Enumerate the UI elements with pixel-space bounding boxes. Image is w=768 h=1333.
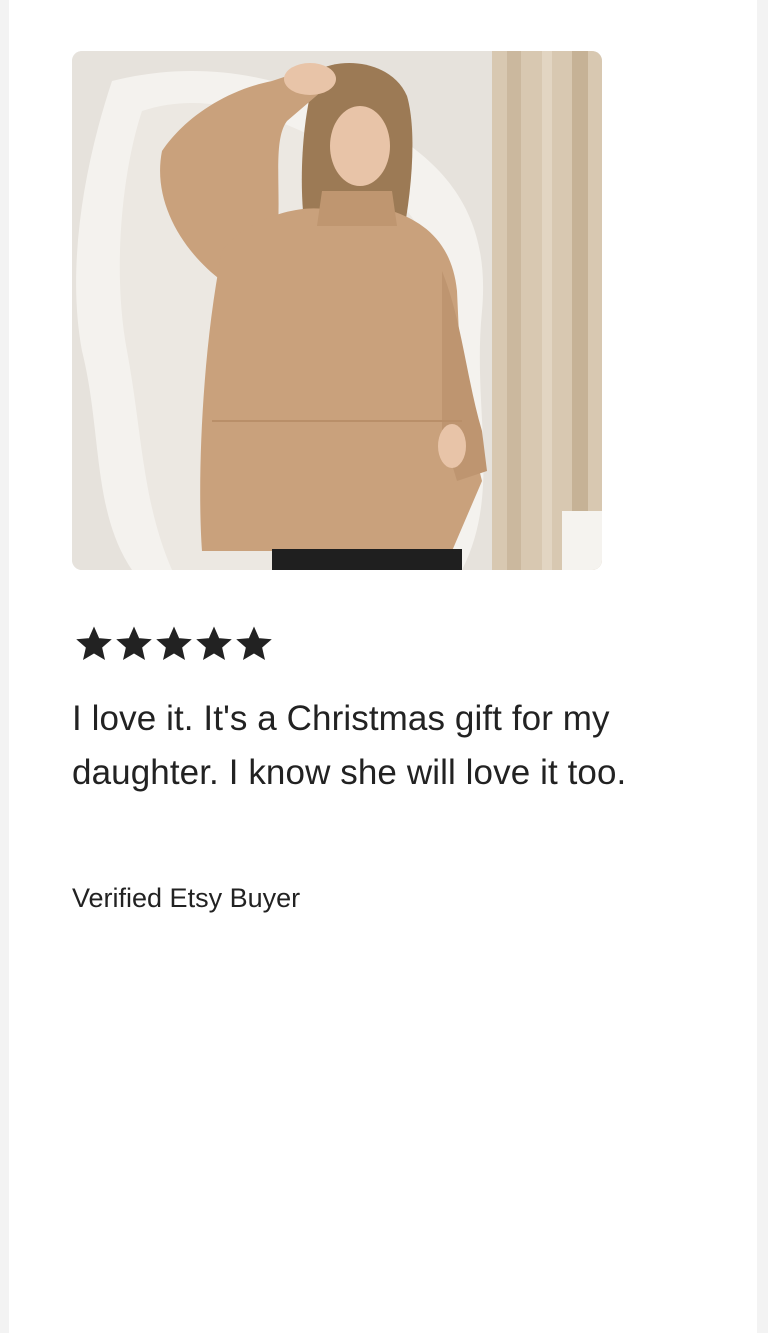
star-icon <box>75 625 113 663</box>
star-icon <box>195 625 233 663</box>
sweater-photo-illustration <box>72 51 602 570</box>
review-text: I love it. It's a Christmas gift for my … <box>72 699 627 792</box>
star-icon <box>115 625 153 663</box>
star-icon <box>155 625 193 663</box>
star-icon <box>235 625 273 663</box>
star-rating <box>75 624 273 664</box>
reviewer-name: Verified Etsy Buyer <box>72 883 301 913</box>
review-photo[interactable] <box>72 51 602 570</box>
review-card: I love it. It's a Christmas gift for my … <box>9 0 757 1333</box>
